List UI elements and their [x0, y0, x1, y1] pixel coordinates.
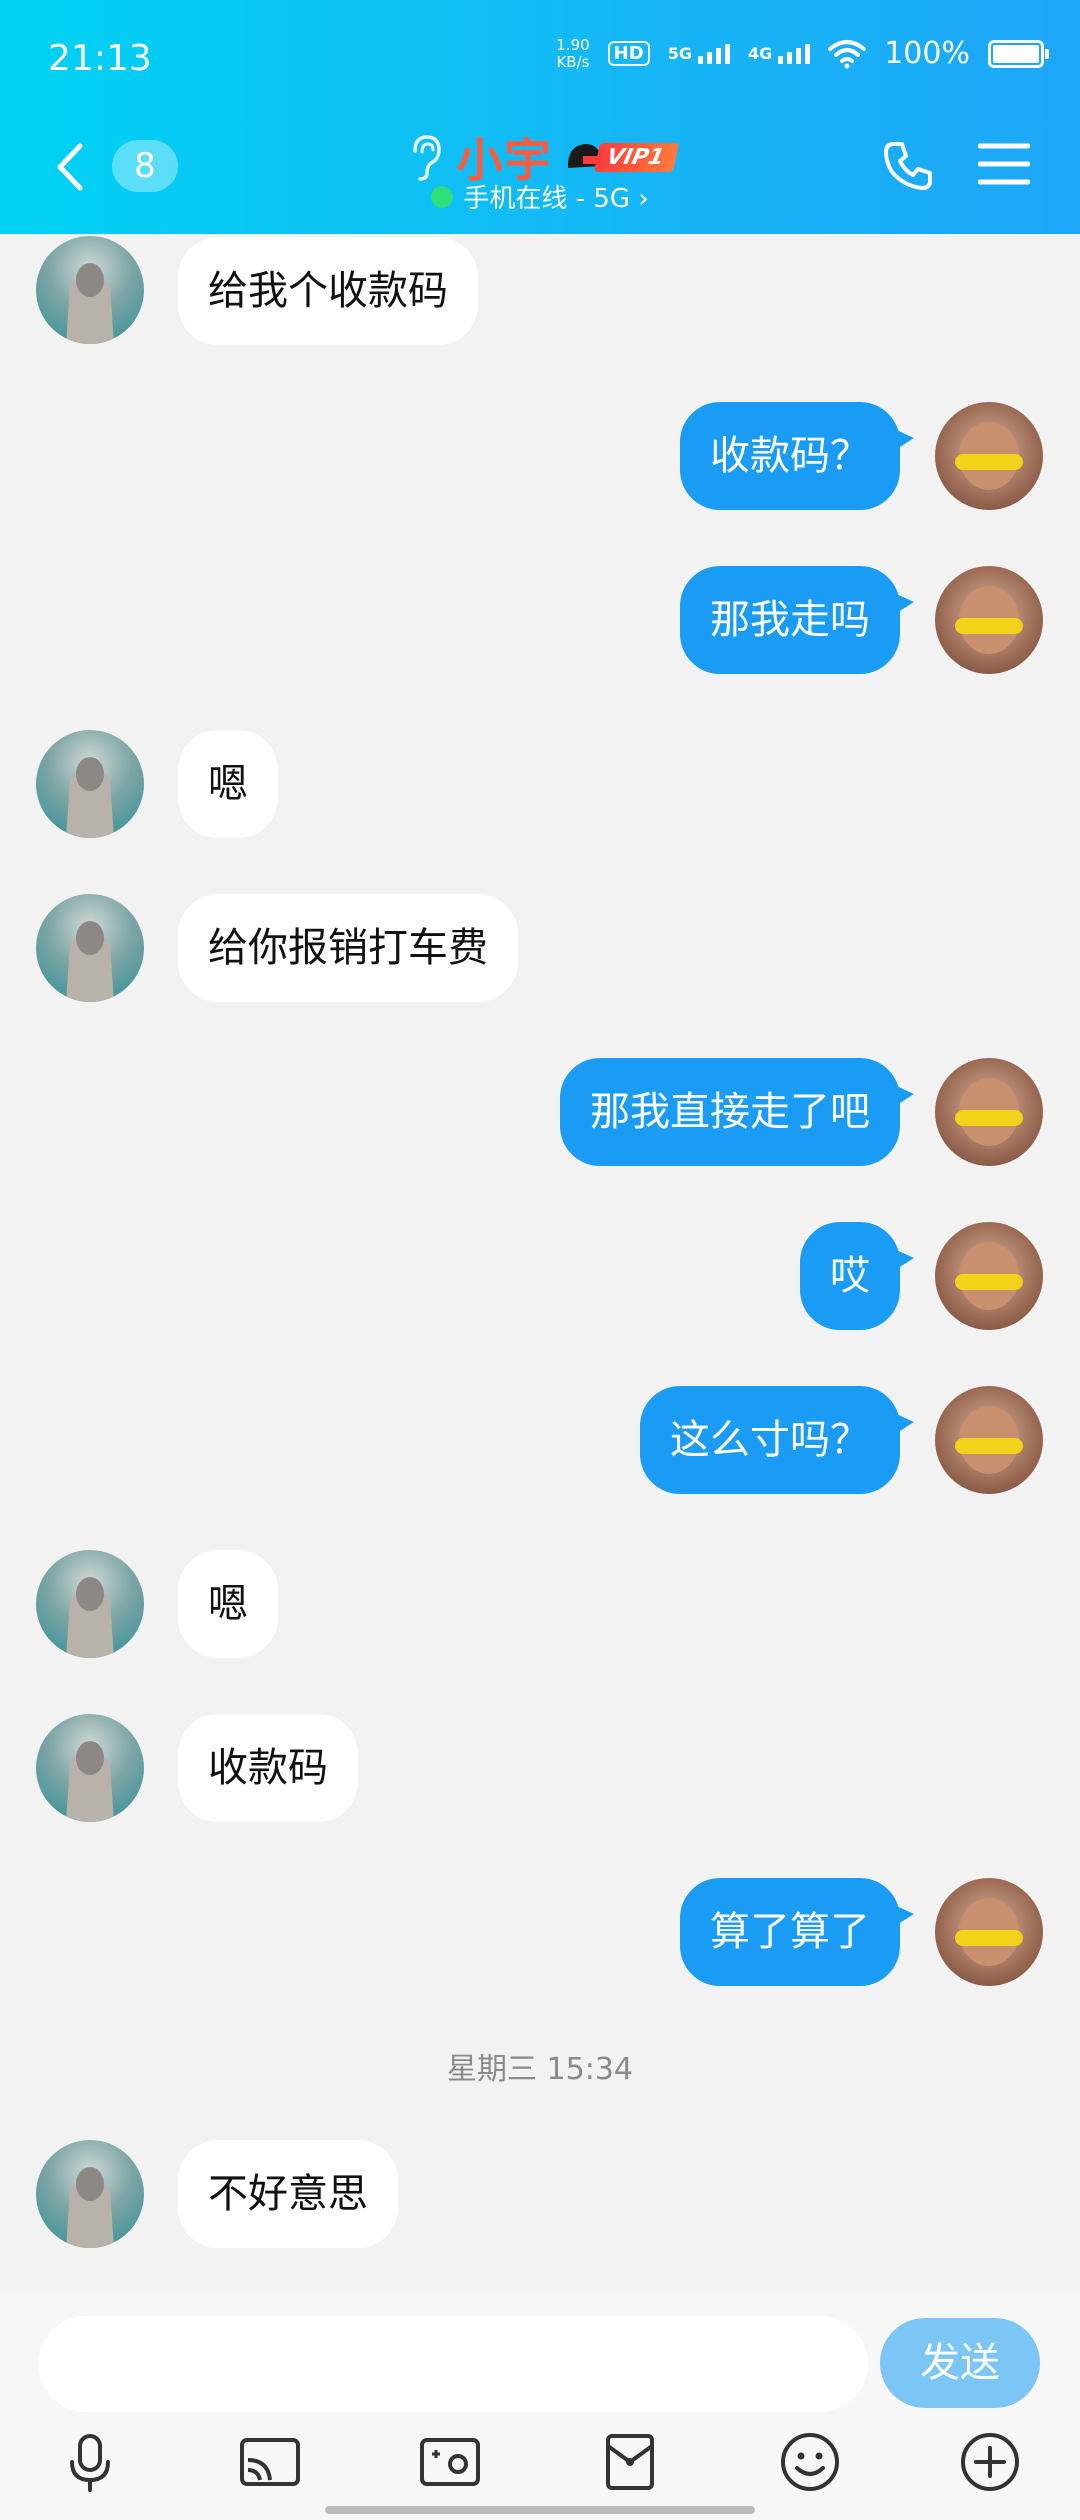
emoji-icon[interactable] [778, 2430, 842, 2494]
my-avatar[interactable] [935, 1878, 1043, 1986]
message-bubble[interactable]: 那我直接走了吧 [560, 1058, 914, 1166]
chat-header: 21:13 1.90 KB/s HD 5G 4G 100% 8 小宇 VIP1 … [0, 0, 1080, 234]
my-avatar[interactable] [935, 1058, 1043, 1166]
online-dot-icon [431, 185, 454, 208]
ear-icon [412, 135, 441, 181]
message-bubble[interactable]: 哎 [800, 1222, 914, 1330]
message-bubble[interactable]: 这么寸吗？ [640, 1386, 914, 1494]
photo-icon[interactable] [418, 2430, 482, 2494]
message-bubble[interactable]: 嗯 [178, 730, 278, 838]
network-speed: 1.90 KB/s [556, 35, 590, 71]
contact-avatar[interactable] [36, 236, 144, 344]
message-bubble[interactable]: 收款码 [178, 1714, 358, 1822]
message-bubble[interactable]: 嗯 [178, 1550, 278, 1658]
red-packet-icon[interactable] [598, 2430, 662, 2494]
mic-icon[interactable] [58, 2430, 122, 2494]
message-input[interactable] [38, 2316, 868, 2412]
contact-avatar[interactable] [36, 1550, 144, 1658]
my-avatar[interactable] [935, 402, 1043, 510]
phone-call-icon[interactable] [880, 138, 936, 194]
message-bubble[interactable]: 算了算了 [680, 1878, 914, 1986]
hd-icon: HD [607, 41, 650, 66]
contact-avatar[interactable] [36, 1714, 144, 1822]
home-indicator[interactable] [325, 2506, 755, 2514]
message-bubble[interactable]: 收款码？ [680, 402, 914, 510]
vip-badge: VIP1 [565, 140, 679, 174]
my-avatar[interactable] [935, 566, 1043, 674]
menu-icon[interactable] [978, 140, 1030, 188]
battery-icon [988, 39, 1049, 68]
contact-avatar[interactable] [36, 730, 144, 838]
contact-avatar[interactable] [36, 894, 144, 1002]
plus-icon[interactable] [958, 2430, 1022, 2494]
message-bubble[interactable]: 不好意思 [178, 2140, 398, 2248]
wifi-icon [828, 39, 867, 68]
contact-avatar[interactable] [36, 2140, 144, 2248]
message-bubble[interactable]: 给我个收款码 [178, 237, 478, 345]
message-bubble[interactable]: 那我走吗 [680, 566, 914, 674]
my-avatar[interactable] [935, 1386, 1043, 1494]
signal-4g-icon: 4G [748, 43, 811, 64]
send-button[interactable]: 发送 [880, 2318, 1040, 2408]
battery-percent: 100% [884, 36, 970, 71]
message-bubble[interactable]: 给你报销打车费 [178, 894, 518, 1002]
signal-5g-icon: 5G [668, 43, 730, 64]
status-time: 21:13 [48, 38, 152, 79]
status-icons: 1.90 KB/s HD 5G 4G 100% [556, 35, 1049, 71]
screen-share-icon[interactable] [238, 2430, 302, 2494]
message-timestamp: 星期三 15:34 [447, 2052, 633, 2087]
my-avatar[interactable] [935, 1222, 1043, 1330]
